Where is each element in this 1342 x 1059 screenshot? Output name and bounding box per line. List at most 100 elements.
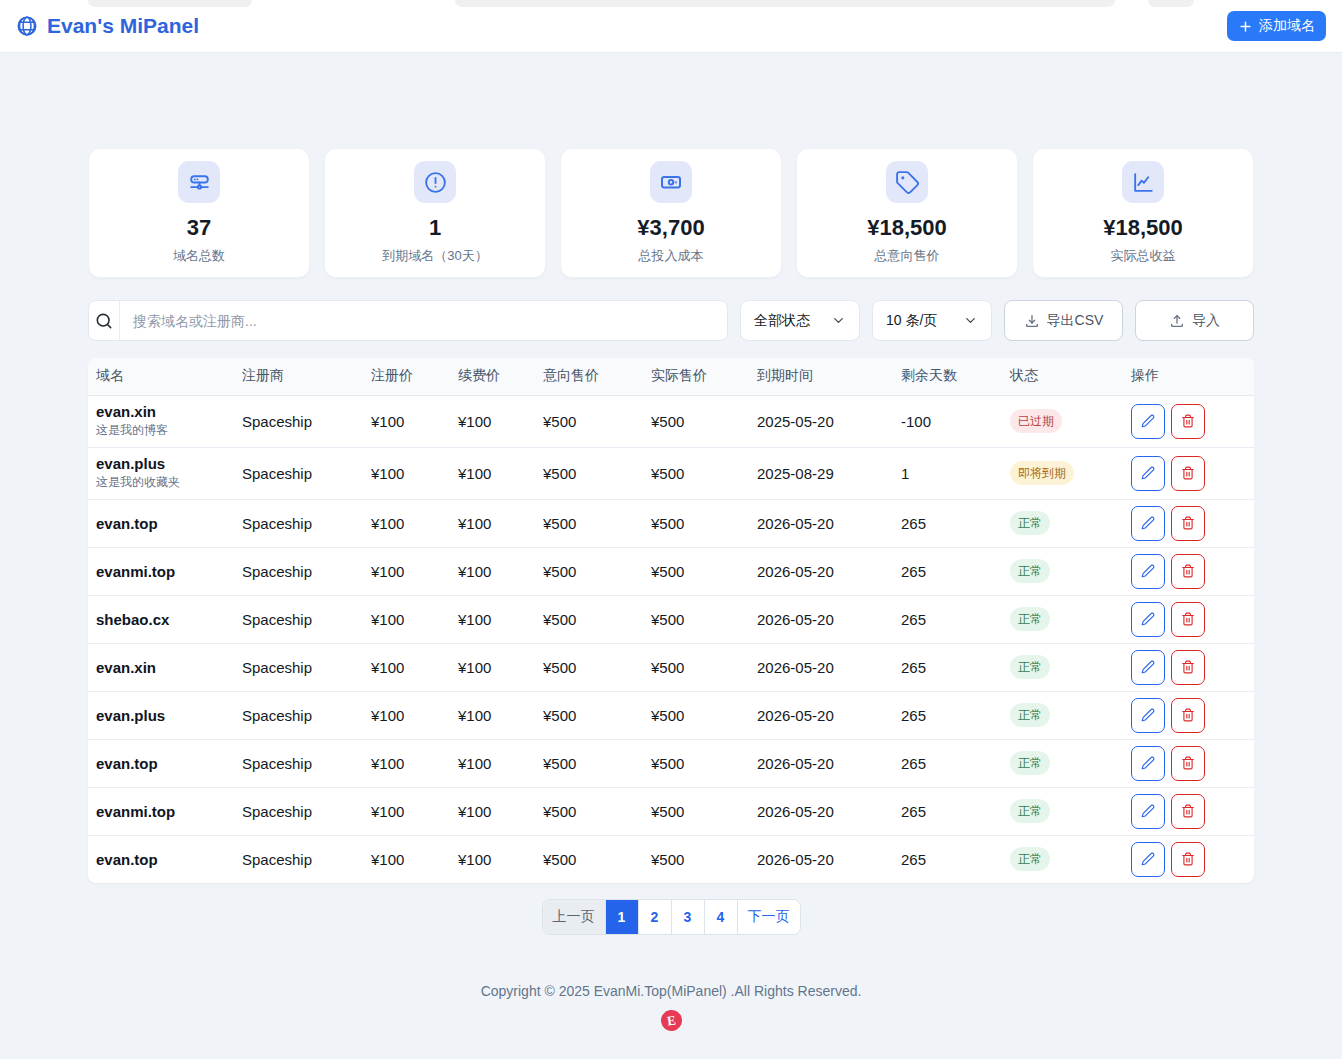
registrar-cell: Spaceship bbox=[234, 835, 363, 883]
stat-label: 到期域名（30天） bbox=[382, 247, 487, 265]
browser-artifact bbox=[455, 0, 1115, 7]
pagination-page-1[interactable]: 1 bbox=[605, 900, 638, 934]
domain-cell: evan.xin这是我的博客 bbox=[88, 395, 234, 447]
export-csv-button[interactable]: 导出CSV bbox=[1004, 300, 1123, 341]
stat-card: ¥18,500总意向售价 bbox=[796, 148, 1018, 278]
delete-button[interactable] bbox=[1171, 650, 1205, 685]
edit-button[interactable] bbox=[1131, 698, 1165, 733]
column-header: 注册商 bbox=[234, 358, 363, 395]
status-cell: 正常 bbox=[1002, 739, 1123, 787]
edit-button[interactable] bbox=[1131, 404, 1165, 439]
domain-name: evanmi.top bbox=[96, 803, 234, 820]
days-left-cell: 265 bbox=[893, 787, 1002, 835]
delete-button[interactable] bbox=[1171, 506, 1205, 541]
domain-cell: evan.top bbox=[88, 835, 234, 883]
pagination-page-3[interactable]: 3 bbox=[671, 900, 704, 934]
table-row: evanmi.topSpaceship¥100¥100¥500¥5002026-… bbox=[88, 787, 1254, 835]
edit-button[interactable] bbox=[1131, 794, 1165, 829]
status-badge: 正常 bbox=[1010, 559, 1050, 583]
days-left-cell: 1 bbox=[893, 447, 1002, 499]
actions-cell bbox=[1123, 643, 1254, 691]
edit-button[interactable] bbox=[1131, 554, 1165, 589]
stat-value: 37 bbox=[187, 215, 211, 241]
actions-cell bbox=[1123, 835, 1254, 883]
delete-button[interactable] bbox=[1171, 794, 1205, 829]
delete-button[interactable] bbox=[1171, 554, 1205, 589]
stat-label: 总意向售价 bbox=[875, 247, 940, 265]
sold-price-cell: ¥500 bbox=[643, 739, 749, 787]
edit-button[interactable] bbox=[1131, 602, 1165, 637]
expire-date-cell: 2025-08-29 bbox=[749, 447, 893, 499]
column-header: 注册价 bbox=[363, 358, 450, 395]
reg-price-cell: ¥100 bbox=[363, 595, 450, 643]
status-cell: 即将到期 bbox=[1002, 447, 1123, 499]
pagination-page-4[interactable]: 4 bbox=[704, 900, 737, 934]
ask-price-cell: ¥500 bbox=[535, 547, 643, 595]
chart-icon bbox=[1122, 161, 1164, 203]
sold-price-cell: ¥500 bbox=[643, 499, 749, 547]
days-left-cell: -100 bbox=[893, 395, 1002, 447]
domain-cell: evanmi.top bbox=[88, 787, 234, 835]
reg-price-cell: ¥100 bbox=[363, 787, 450, 835]
actions-cell bbox=[1123, 499, 1254, 547]
delete-button[interactable] bbox=[1171, 842, 1205, 877]
table-row: evan.plus这是我的收藏夹Spaceship¥100¥100¥500¥50… bbox=[88, 447, 1254, 499]
reg-price-cell: ¥100 bbox=[363, 395, 450, 447]
pagination-page-2[interactable]: 2 bbox=[638, 900, 671, 934]
actions-cell bbox=[1123, 739, 1254, 787]
status-badge: 正常 bbox=[1010, 799, 1050, 823]
edit-button[interactable] bbox=[1131, 506, 1165, 541]
browser-artifact bbox=[88, 0, 252, 7]
expire-date-cell: 2026-05-20 bbox=[749, 643, 893, 691]
column-header: 到期时间 bbox=[749, 358, 893, 395]
sold-price-cell: ¥500 bbox=[643, 595, 749, 643]
status-cell: 正常 bbox=[1002, 547, 1123, 595]
delete-button[interactable] bbox=[1171, 404, 1205, 439]
days-left-cell: 265 bbox=[893, 547, 1002, 595]
delete-button[interactable] bbox=[1171, 456, 1205, 491]
reg-price-cell: ¥100 bbox=[363, 447, 450, 499]
chevron-down-icon bbox=[831, 313, 846, 328]
days-left-cell: 265 bbox=[893, 643, 1002, 691]
edit-button[interactable] bbox=[1131, 650, 1165, 685]
edit-button[interactable] bbox=[1131, 746, 1165, 781]
domain-name: evan.plus bbox=[96, 455, 234, 472]
domain-note: 这是我的收藏夹 bbox=[96, 474, 234, 491]
delete-button[interactable] bbox=[1171, 602, 1205, 637]
stat-card: ¥18,500实际总收益 bbox=[1032, 148, 1254, 278]
actions-cell bbox=[1123, 395, 1254, 447]
renew-price-cell: ¥100 bbox=[450, 835, 535, 883]
footer-logo-icon[interactable]: E bbox=[659, 1009, 683, 1033]
page-size-select[interactable]: 10 条/页 bbox=[872, 300, 992, 341]
domain-note: 这是我的博客 bbox=[96, 422, 234, 439]
pagination: 上一页1234下一页 bbox=[88, 899, 1254, 935]
edit-button[interactable] bbox=[1131, 456, 1165, 491]
registrar-cell: Spaceship bbox=[234, 395, 363, 447]
domain-cell: evan.top bbox=[88, 739, 234, 787]
sold-price-cell: ¥500 bbox=[643, 643, 749, 691]
table-row: evan.topSpaceship¥100¥100¥500¥5002026-05… bbox=[88, 499, 1254, 547]
stat-card: 1到期域名（30天） bbox=[324, 148, 546, 278]
ask-price-cell: ¥500 bbox=[535, 447, 643, 499]
days-left-cell: 265 bbox=[893, 691, 1002, 739]
pagination-prev[interactable]: 上一页 bbox=[543, 900, 605, 934]
header: Evan's MiPanel 添加域名 bbox=[0, 0, 1342, 53]
pagination-next[interactable]: 下一页 bbox=[737, 900, 800, 934]
edit-button[interactable] bbox=[1131, 842, 1165, 877]
delete-button[interactable] bbox=[1171, 746, 1205, 781]
add-domain-button[interactable]: 添加域名 bbox=[1227, 11, 1326, 41]
server-icon bbox=[178, 161, 220, 203]
expire-date-cell: 2026-05-20 bbox=[749, 547, 893, 595]
status-cell: 正常 bbox=[1002, 643, 1123, 691]
actions-cell bbox=[1123, 595, 1254, 643]
status-select[interactable]: 全部状态 bbox=[740, 300, 860, 341]
delete-button[interactable] bbox=[1171, 698, 1205, 733]
import-button[interactable]: 导入 bbox=[1135, 300, 1254, 341]
search-input[interactable] bbox=[120, 301, 727, 340]
renew-price-cell: ¥100 bbox=[450, 547, 535, 595]
stat-card: ¥3,700总投入成本 bbox=[560, 148, 782, 278]
status-cell: 正常 bbox=[1002, 691, 1123, 739]
actions-cell bbox=[1123, 447, 1254, 499]
column-header: 状态 bbox=[1002, 358, 1123, 395]
renew-price-cell: ¥100 bbox=[450, 595, 535, 643]
